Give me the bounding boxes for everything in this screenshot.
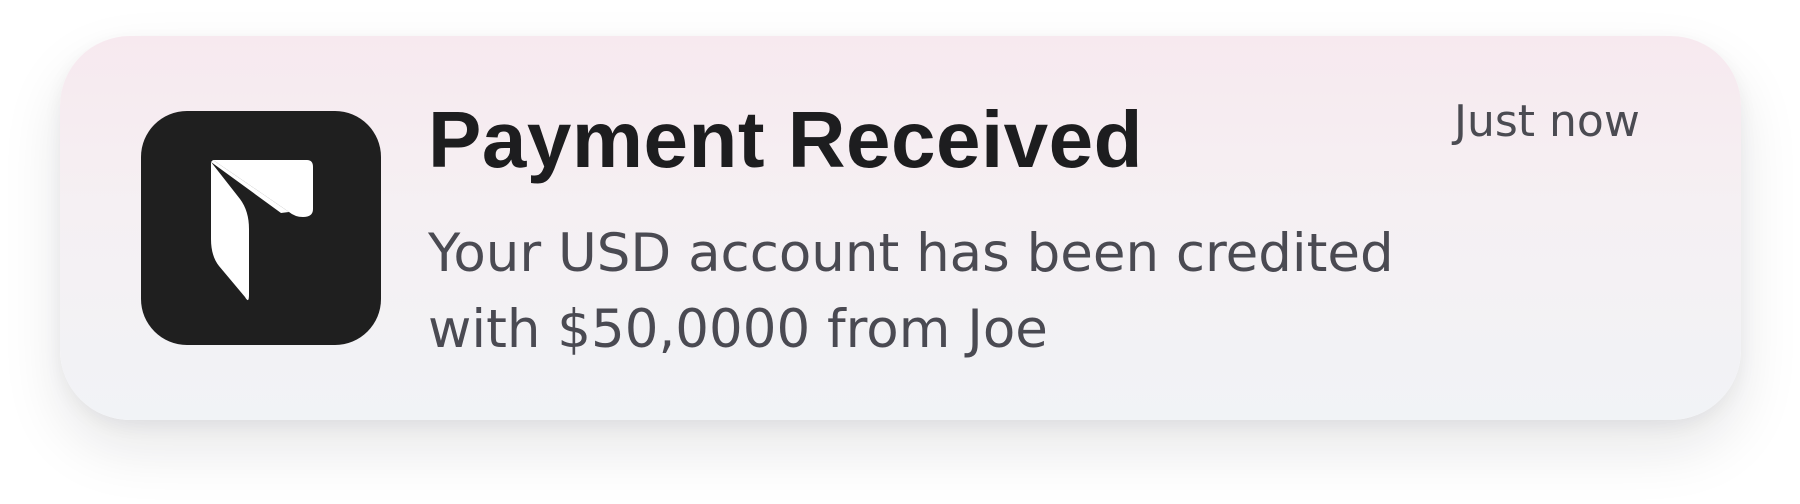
payment-notification-card[interactable]: Payment Received Just now Your USD accou…	[60, 36, 1741, 420]
screen: Payment Received Just now Your USD accou…	[0, 0, 1800, 504]
app-logo-svg	[211, 160, 313, 301]
notification-timestamp: Just now	[1454, 96, 1640, 147]
notification-message: Your USD account has been credited with …	[428, 216, 1508, 368]
notification-message-line-2: with $50,0000 from Joe	[428, 299, 1048, 360]
notification-message-line-1: Your USD account has been credited	[428, 223, 1394, 284]
notification-title: Payment Received	[428, 95, 1144, 184]
payment-app-logo-icon	[141, 111, 381, 345]
